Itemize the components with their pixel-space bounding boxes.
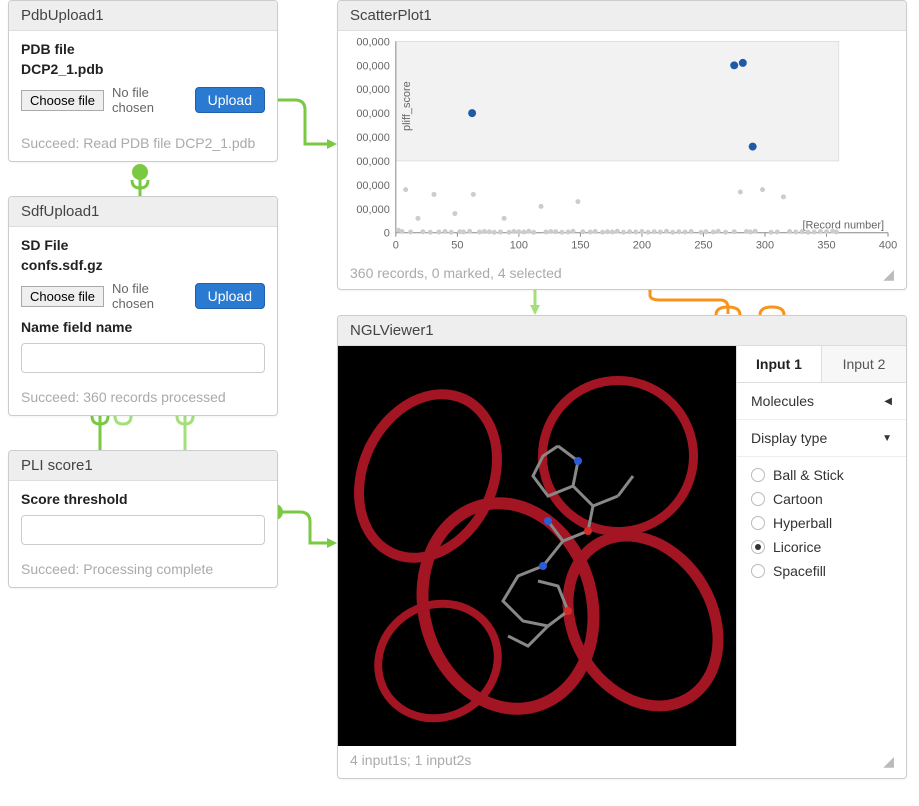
display-option-label: Ball & Stick — [773, 467, 844, 483]
panel-title[interactable]: NGLViewer1 — [338, 316, 906, 346]
radio-icon — [751, 516, 765, 530]
pdb-file-label: PDB file — [21, 41, 265, 57]
tab-input-2[interactable]: Input 2 — [822, 346, 906, 382]
panel-title[interactable]: ScatterPlot1 — [338, 1, 906, 31]
sdf-upload-panel: SdfUpload1 SD File confs.sdf.gz Choose f… — [8, 196, 278, 416]
svg-text:200: 200 — [633, 240, 651, 252]
display-option-label: Cartoon — [773, 491, 823, 507]
panel-title[interactable]: PdbUpload1 — [9, 1, 277, 31]
svg-text:00,000: 00,000 — [356, 156, 390, 168]
svg-text:00,000: 00,000 — [356, 84, 390, 96]
radio-icon — [751, 492, 765, 506]
display-option-licorice[interactable]: Licorice — [751, 535, 892, 559]
panel-title[interactable]: SdfUpload1 — [9, 197, 277, 227]
choose-file-button[interactable]: Choose file — [21, 286, 104, 307]
file-status-text: No file chosen — [112, 281, 187, 311]
svg-text:00,000: 00,000 — [356, 204, 390, 216]
svg-text:00,000: 00,000 — [356, 108, 390, 120]
svg-text:350: 350 — [817, 240, 835, 252]
svg-text:150: 150 — [571, 240, 589, 252]
svg-text:100: 100 — [510, 240, 528, 252]
radio-icon — [751, 540, 765, 554]
svg-text:00,000: 00,000 — [356, 180, 390, 192]
caret-left-icon: ◀ — [884, 396, 892, 407]
sdf-file-name: confs.sdf.gz — [21, 257, 265, 273]
svg-text:0: 0 — [393, 240, 399, 252]
radio-icon — [751, 564, 765, 578]
molecules-label: Molecules — [751, 393, 814, 409]
display-option-hyperball[interactable]: Hyperball — [751, 511, 892, 535]
svg-text:400: 400 — [879, 240, 897, 252]
svg-text:250: 250 — [694, 240, 712, 252]
molecules-section[interactable]: Molecules ◀ — [737, 383, 906, 420]
ligand-sticks — [448, 426, 668, 676]
display-option-label: Spacefill — [773, 563, 826, 579]
display-type-section[interactable]: Display type ▼ — [737, 420, 906, 457]
resize-handle-icon[interactable]: ◢ — [883, 267, 894, 281]
radio-icon — [751, 468, 765, 482]
display-type-options: Ball & Stick Cartoon Hyperball Licorice Spac… — [737, 457, 906, 597]
upload-button[interactable]: Upload — [195, 283, 265, 309]
svg-text:00,000: 00,000 — [356, 60, 390, 72]
name-field-label: Name field name — [21, 319, 265, 335]
scatter-chart[interactable]: 0 00,000 00,000 00,000 00,000 00,000 00,000 00,… — [338, 31, 906, 261]
tab-input-1[interactable]: Input 1 — [737, 346, 822, 382]
file-status-text: No file chosen — [112, 85, 187, 115]
ngl-status: 4 input1s; 1 input2s — [350, 752, 471, 768]
pdb-status: Succeed: Read PDB file DCP2_1.pdb — [9, 129, 277, 161]
caret-down-icon: ▼ — [882, 433, 892, 444]
pli-score-panel: PLI score1 Score threshold Succeed: Proc… — [8, 450, 278, 588]
pli-status: Succeed: Processing complete — [9, 555, 277, 587]
panel-title[interactable]: PLI score1 — [9, 451, 277, 481]
threshold-input[interactable] — [21, 515, 265, 545]
sdf-file-label: SD File — [21, 237, 265, 253]
ngl-side-panel: Input 1 Input 2 Molecules ◀ Display type… — [736, 346, 906, 746]
svg-text:00,000: 00,000 — [356, 36, 390, 48]
display-option-spacefill[interactable]: Spacefill — [751, 559, 892, 583]
svg-text:300: 300 — [756, 240, 774, 252]
sdf-status: Succeed: 360 records processed — [9, 383, 277, 415]
resize-handle-icon[interactable]: ◢ — [883, 754, 894, 768]
display-option-label: Hyperball — [773, 515, 832, 531]
display-type-label: Display type — [751, 430, 827, 446]
pdb-upload-panel: PdbUpload1 PDB file DCP2_1.pdb Choose fi… — [8, 0, 278, 162]
ngl-tabbar: Input 1 Input 2 — [737, 346, 906, 383]
pdb-file-name: DCP2_1.pdb — [21, 61, 265, 77]
name-field-input[interactable] — [21, 343, 265, 373]
svg-text:50: 50 — [451, 240, 463, 252]
svg-text:0: 0 — [384, 228, 390, 240]
display-option-ball-stick[interactable]: Ball & Stick — [751, 463, 892, 487]
display-option-cartoon[interactable]: Cartoon — [751, 487, 892, 511]
svg-text:pliff_score: pliff_score — [401, 81, 413, 131]
display-option-label: Licorice — [773, 539, 821, 555]
ngl-3d-canvas[interactable] — [338, 346, 736, 746]
connector-node — [132, 164, 148, 180]
ngl-viewer-panel: NGLViewer1 — [337, 315, 907, 779]
choose-file-button[interactable]: Choose file — [21, 90, 104, 111]
svg-text:00,000: 00,000 — [356, 132, 390, 144]
upload-button[interactable]: Upload — [195, 87, 265, 113]
scatter-plot-panel: ScatterPlot1 000,00000,00000,00000,00000… — [337, 0, 907, 290]
threshold-label: Score threshold — [21, 491, 265, 507]
scatter-status: 360 records, 0 marked, 4 selected — [350, 265, 562, 281]
